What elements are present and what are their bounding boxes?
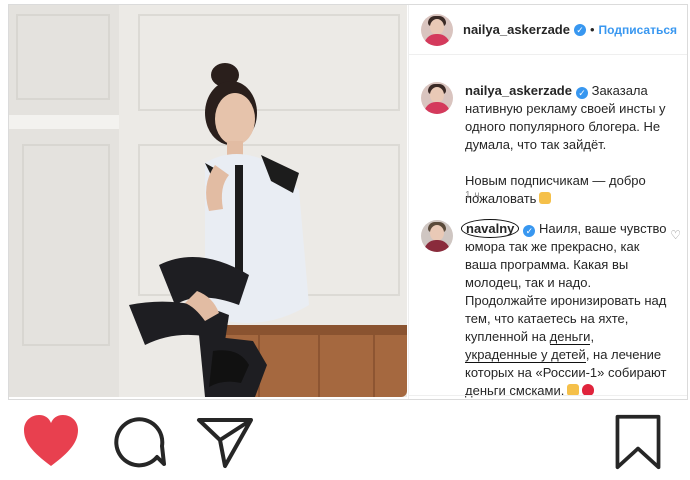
caption-avatar[interactable] [421, 82, 453, 114]
comment-text-start: Наиля, ваше чувство юмора так же прекрас… [465, 221, 667, 344]
comment-text: navalny ✓ Наиля, ваше чувство юмора так ж… [461, 219, 683, 399]
verified-badge-icon: ✓ [575, 87, 588, 99]
comment-avatar[interactable] [421, 220, 453, 252]
post-photo[interactable] [9, 5, 407, 397]
verified-badge-icon: ✓ [523, 225, 536, 237]
post-header: nailya_askerzade ✓ • Подписаться [409, 5, 687, 55]
post-timestamp: 1 ч. [465, 190, 484, 201]
bookmark-icon[interactable] [612, 414, 664, 470]
paper-plane-icon[interactable] [196, 414, 254, 470]
header-separator: • [589, 22, 595, 37]
header-username[interactable]: nailya_askerzade [463, 22, 570, 37]
woman-photo-illustration [9, 5, 407, 397]
comment: ♡ navalny ✓ Наиля, ваше чувство юмора так… [421, 219, 683, 399]
waving-hand-icon [539, 192, 552, 204]
action-bar [0, 400, 690, 480]
instagram-post: nailya_askerzade ✓ • Подписаться nailya_… [8, 4, 688, 400]
caption-text: nailya_askerzade ✓ Заказала нативную рекл… [465, 82, 683, 208]
post-side-panel: nailya_askerzade ✓ • Подписаться nailya_… [408, 5, 687, 399]
comment-bubble-icon[interactable] [110, 414, 166, 470]
comment-underlined-1: деньги [549, 329, 591, 345]
comments-area[interactable]: nailya_askerzade ✓ Заказала нативную рекл… [409, 56, 687, 399]
comment-like-icon[interactable]: ♡ [670, 228, 681, 242]
heart-icon[interactable] [22, 414, 80, 470]
follow-button[interactable]: Подписаться [599, 23, 677, 37]
comment-username[interactable]: navalny [461, 219, 520, 238]
avatar[interactable] [421, 13, 453, 46]
verified-badge-icon: ✓ [573, 23, 586, 36]
comment-text-mid: , [590, 329, 595, 344]
caption-paragraph-2: Новым подписчикам — добро пожаловать [465, 173, 646, 206]
caption: nailya_askerzade ✓ Заказала нативную рекл… [421, 82, 683, 208]
caption-username[interactable]: nailya_askerzade [465, 83, 572, 98]
comment-underlined-2: украденные у детей [465, 347, 586, 363]
